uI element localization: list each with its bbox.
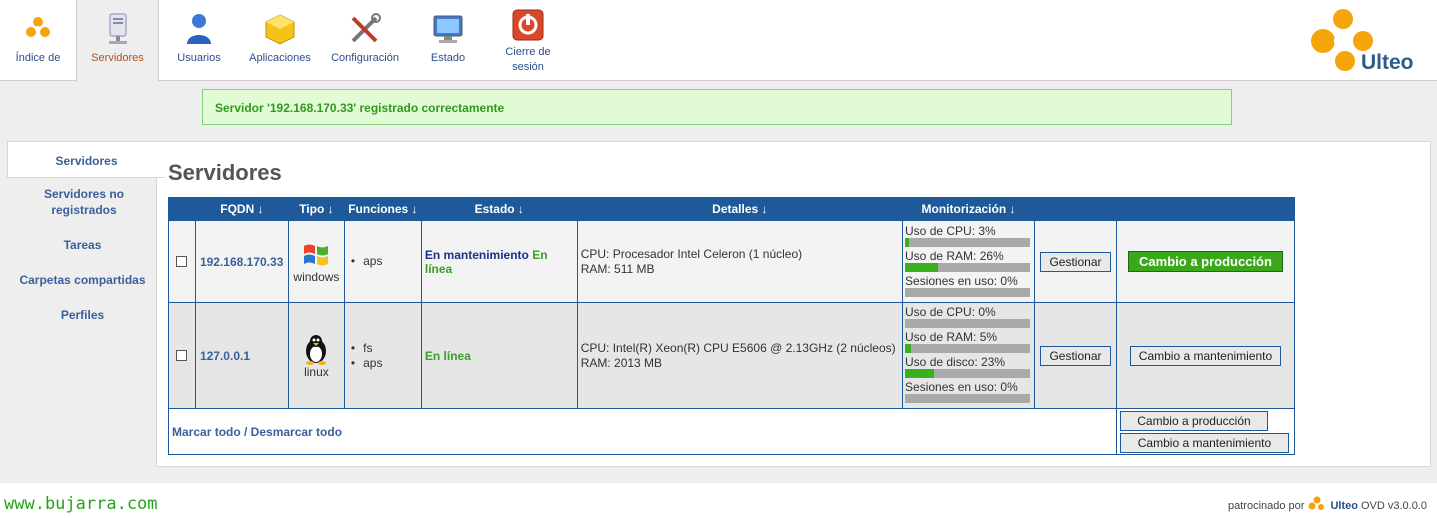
server-fqdn-link[interactable]: 192.168.170.33 bbox=[194, 220, 289, 303]
table-header: FQDN ↓ Tipo ↓ Funciones ↓ Estado ↓ Detal… bbox=[168, 197, 1296, 221]
sidebar-item-unregistered-servers[interactable]: Servidores no registrados bbox=[0, 186, 168, 218]
switch-to-maintenance-button[interactable]: Cambio a mantenimiento bbox=[1129, 345, 1282, 366]
watermark-site: www.bujarra.com bbox=[4, 494, 158, 514]
mark-unmark-all-link[interactable]: Marcar todo / Desmarcar todo bbox=[169, 425, 342, 439]
nav-servers[interactable]: Servidores bbox=[76, 0, 159, 82]
linux-tux-icon bbox=[302, 333, 330, 365]
col-fqdn[interactable]: FQDN ↓ bbox=[194, 197, 289, 221]
nav-logout[interactable]: Cierre de sesión bbox=[496, 0, 560, 81]
function-item: aps bbox=[351, 254, 421, 269]
usage-bar bbox=[905, 262, 1031, 272]
col-estado[interactable]: Estado ↓ bbox=[420, 197, 578, 221]
nav-applications-label: Aplicaciones bbox=[249, 52, 311, 64]
sidebar-item-tasks[interactable]: Tareas bbox=[0, 237, 165, 253]
switch-to-production-button[interactable]: Cambio a producción bbox=[1128, 251, 1283, 272]
footer: www.bujarra.com patrocinado por Ulteo OV… bbox=[0, 483, 1437, 518]
sidebar: Servidores Servidores no registrados Tar… bbox=[0, 141, 165, 323]
ulteo-logo: Ulteo bbox=[1301, 5, 1423, 75]
monitor-label: Uso de CPU: 0% bbox=[905, 305, 996, 319]
status-maintenance: En mantenimiento bbox=[424, 247, 529, 262]
detail-ram: RAM: 511 MB bbox=[580, 261, 655, 276]
col-funciones[interactable]: Funciones ↓ bbox=[343, 197, 422, 221]
usage-bar bbox=[905, 237, 1031, 247]
nav-logout-label: Cierre de sesión bbox=[505, 46, 551, 73]
col-detalles[interactable]: Detalles ↓ bbox=[576, 197, 904, 221]
users-icon bbox=[182, 12, 216, 46]
servers-table: FQDN ↓ Tipo ↓ Funciones ↓ Estado ↓ Detal… bbox=[168, 197, 1296, 455]
usage-bar bbox=[905, 319, 1031, 328]
os-type-label: windows bbox=[293, 269, 340, 284]
monitor-label: Uso de disco: 23% bbox=[905, 355, 1006, 369]
function-item: aps bbox=[351, 356, 421, 371]
detail-cpu: CPU: Intel(R) Xeon(R) CPU E5606 @ 2.13GH… bbox=[580, 340, 896, 355]
page-title: Servidores bbox=[168, 160, 282, 185]
monitor-label: Sesiones en uso: 0% bbox=[905, 380, 1018, 394]
bulk-production-button[interactable]: Cambio a producción bbox=[1119, 410, 1268, 431]
status-online: En línea bbox=[424, 348, 471, 363]
usage-bar bbox=[905, 369, 1031, 378]
nav-status[interactable]: Estado bbox=[420, 0, 476, 81]
sidebar-item-profiles[interactable]: Perfiles bbox=[0, 307, 165, 323]
monitor-label: Uso de RAM: 5% bbox=[905, 330, 998, 344]
success-flash-message: Servidor '192.168.170.33' registrado cor… bbox=[202, 89, 1232, 125]
top-navigation: Índice de Servidores Usuarios Aplicacion… bbox=[0, 0, 1437, 82]
manage-button[interactable]: Gestionar bbox=[1040, 345, 1111, 366]
function-item: fs bbox=[351, 341, 421, 356]
sponsor-line: patrocinado por Ulteo OVD v3.0.0.0 bbox=[1228, 496, 1427, 515]
windows-icon bbox=[302, 240, 330, 270]
nav-users-label: Usuarios bbox=[177, 52, 221, 64]
row-checkbox[interactable] bbox=[176, 350, 188, 361]
monitoring-cell: Uso de CPU: 0% Uso de RAM: 5% Uso de dis… bbox=[902, 302, 1035, 409]
sidebar-item-shared-folders[interactable]: Carpetas compartidas bbox=[0, 272, 165, 288]
monitor-label: Sesiones en uso: 0% bbox=[905, 273, 1018, 288]
sponsor-text: patrocinado por bbox=[1228, 499, 1305, 512]
os-type-label: linux bbox=[304, 364, 329, 379]
col-monitorizacion[interactable]: Monitorización ↓ bbox=[902, 197, 1035, 221]
configuration-icon bbox=[348, 12, 382, 46]
nav-index[interactable]: Índice de bbox=[0, 0, 76, 81]
usage-bar bbox=[905, 344, 1031, 353]
server-fqdn-link[interactable]: 127.0.0.1 bbox=[194, 302, 289, 409]
home-icon bbox=[21, 12, 55, 46]
monitor-label: Uso de CPU: 3% bbox=[905, 223, 996, 238]
sidebar-item-servers[interactable]: Servidores bbox=[7, 141, 165, 178]
sponsor-version: OVD v3.0.0.0 bbox=[1360, 499, 1427, 512]
nav-applications[interactable]: Aplicaciones bbox=[244, 0, 316, 81]
usage-bar bbox=[905, 287, 1031, 297]
detail-ram: RAM: 2013 MB bbox=[580, 355, 663, 370]
nav-status-label: Estado bbox=[430, 52, 466, 64]
logout-icon bbox=[511, 8, 545, 42]
applications-icon bbox=[263, 12, 297, 46]
usage-bar bbox=[905, 394, 1031, 403]
ulteo-small-logo-icon bbox=[1307, 496, 1327, 515]
nav-servers-label: Servidores bbox=[91, 52, 144, 64]
nav-configuration-label: Configuración bbox=[331, 52, 399, 64]
nav-configuration[interactable]: Configuración bbox=[328, 0, 402, 81]
nav-users[interactable]: Usuarios bbox=[166, 0, 232, 81]
table-row: 127.0.0.1 linux fs aps En línea CPU: Int… bbox=[168, 302, 1296, 409]
table-row: 192.168.170.33 windows aps En mantenimie… bbox=[168, 220, 1296, 303]
main-content: Servidores FQDN ↓ Tipo ↓ Funciones ↓ Est… bbox=[156, 141, 1431, 467]
server-icon bbox=[101, 12, 135, 46]
table-footer-row: Marcar todo / Desmarcar todo Cambio a pr… bbox=[168, 408, 1296, 455]
monitor-label: Uso de RAM: 26% bbox=[905, 248, 1004, 263]
detail-cpu: CPU: Procesador Intel Celeron (1 núcleo) bbox=[580, 246, 803, 261]
status-monitor-icon bbox=[431, 12, 465, 46]
monitoring-cell: Uso de CPU: 3% Uso de RAM: 26% Sesiones … bbox=[902, 220, 1035, 303]
row-checkbox[interactable] bbox=[176, 256, 188, 267]
col-tipo[interactable]: Tipo ↓ bbox=[287, 197, 345, 221]
bulk-maintenance-button[interactable]: Cambio a mantenimiento bbox=[1119, 432, 1289, 453]
sponsor-brand[interactable]: Ulteo bbox=[1330, 500, 1358, 512]
logo-text: Ulteo bbox=[1361, 51, 1414, 74]
manage-button[interactable]: Gestionar bbox=[1040, 251, 1111, 272]
nav-index-label: Índice de bbox=[15, 52, 61, 64]
